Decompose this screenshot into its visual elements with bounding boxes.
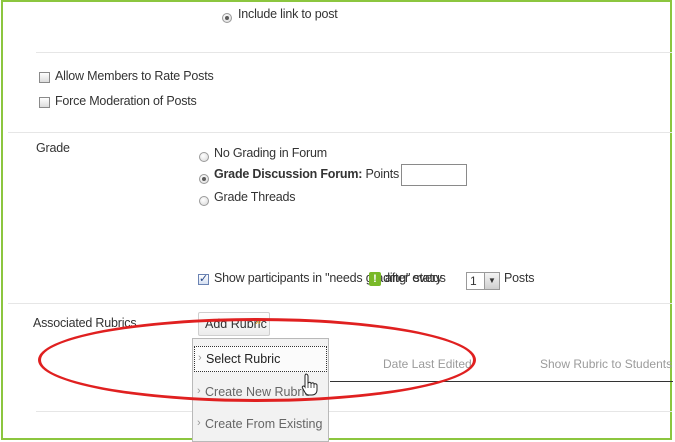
no-grading-radio[interactable] (199, 152, 209, 162)
post-count-value: 1 (470, 274, 477, 288)
divider (36, 52, 672, 53)
points-possible-input[interactable] (401, 164, 467, 186)
allow-rate-checkbox[interactable] (39, 72, 50, 83)
needs-grading-icon: ! (369, 272, 381, 286)
menu-item-label: Create From Existing (205, 417, 323, 431)
grade-section-label: Grade (36, 141, 70, 155)
column-show-rubric[interactable]: Show Rubric to Students (540, 357, 672, 371)
posts-label: Posts (504, 271, 535, 285)
chevron-right-icon: › (197, 417, 201, 429)
no-grading-label: No Grading in Forum (214, 146, 327, 160)
divider (8, 303, 672, 304)
menu-item-create-from-existing[interactable]: › Create From Existing (194, 412, 327, 438)
show-participants-checkbox[interactable] (198, 272, 209, 285)
hand-pointer-icon (301, 373, 318, 396)
grade-forum-radio[interactable] (199, 174, 209, 184)
after-every-label: after every (385, 271, 442, 285)
grade-threads-label: Grade Threads (214, 190, 296, 204)
allow-rate-label: Allow Members to Rate Posts (55, 69, 214, 83)
include-link-radio[interactable] (222, 13, 232, 23)
dropdown-arrow-icon: ▼ (484, 273, 499, 289)
divider (36, 411, 672, 412)
grade-forum-bold-label: Grade Discussion Forum: (214, 167, 363, 181)
post-count-select[interactable]: 1 ▼ (466, 272, 500, 290)
force-moderation-checkbox[interactable] (39, 97, 50, 108)
highlight-ellipse (38, 318, 476, 402)
force-moderation-label: Force Moderation of Posts (55, 94, 197, 108)
grade-threads-radio[interactable] (199, 196, 209, 206)
divider (8, 132, 672, 133)
include-link-label: Include link to post (238, 7, 338, 21)
